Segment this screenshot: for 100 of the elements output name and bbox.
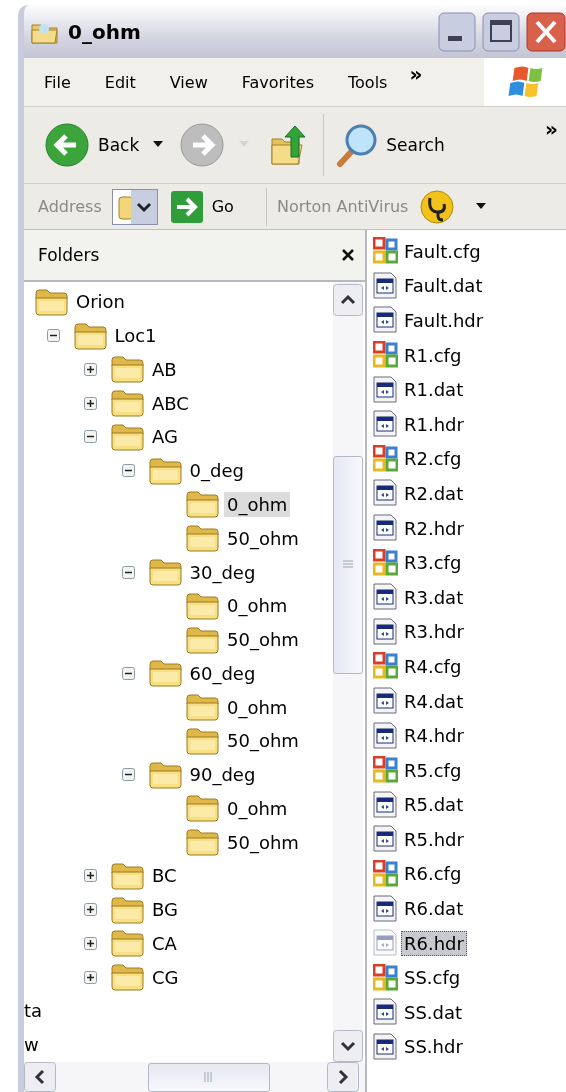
tree-item[interactable]: 60_deg — [186, 660, 259, 686]
close-button[interactable] — [526, 11, 566, 52]
config-file-icon — [373, 548, 398, 577]
tree-item[interactable]: 0_ohm — [224, 795, 291, 821]
search-button[interactable]: Search — [334, 122, 445, 168]
file-name[interactable]: R5.dat — [401, 792, 467, 818]
plus-box-icon[interactable] — [84, 903, 97, 917]
folder-icon — [111, 963, 144, 992]
scroll-left-button[interactable] — [24, 1062, 56, 1092]
file-name[interactable]: R6.dat — [401, 896, 467, 922]
more-tools-button[interactable]: » — [545, 117, 558, 141]
minus-box-icon[interactable] — [46, 329, 60, 343]
file-name[interactable]: R2.dat — [401, 480, 467, 506]
file-name[interactable]: R4.cfg — [401, 653, 465, 679]
file-name[interactable]: SS.dat — [401, 999, 466, 1025]
scroll-right-button[interactable] — [327, 1062, 359, 1092]
plus-box-icon[interactable] — [84, 362, 97, 376]
tree-item[interactable]: ABC — [149, 390, 192, 416]
file-name[interactable]: R3.cfg — [401, 550, 465, 576]
file-name[interactable]: R6.hdr — [401, 930, 467, 956]
folder-icon — [186, 794, 219, 823]
file-name[interactable]: R5.cfg — [401, 757, 465, 783]
file-name[interactable]: R3.hdr — [401, 619, 467, 645]
minus-box-icon[interactable] — [121, 768, 135, 782]
tree-item[interactable]: 0_ohm — [224, 491, 291, 517]
folder-icon — [111, 422, 144, 451]
tree-item[interactable]: AB — [149, 356, 180, 382]
config-file-icon — [373, 444, 398, 473]
grip-icon — [343, 560, 353, 570]
more-menus-button[interactable]: » — [409, 62, 423, 86]
minus-box-icon[interactable] — [84, 430, 97, 444]
tree-item[interactable]: BC — [149, 863, 180, 889]
tree-item[interactable]: CG — [149, 964, 182, 990]
file-name[interactable]: SS.hdr — [401, 1034, 466, 1060]
document-icon — [373, 514, 398, 543]
tree-item[interactable]: 50_ohm — [224, 525, 302, 551]
plus-box-icon[interactable] — [84, 936, 97, 950]
window-title: 0_ohm — [68, 19, 141, 44]
document-icon — [373, 617, 398, 646]
document-icon — [373, 998, 398, 1027]
tree-item[interactable]: BG — [149, 897, 181, 923]
minus-box-icon[interactable] — [121, 666, 135, 680]
tree-item[interactable]: AG — [149, 424, 181, 450]
tree-item[interactable]: 0_deg — [186, 458, 247, 484]
file-name[interactable]: Fault.hdr — [401, 308, 487, 333]
tree-item[interactable]: 0_ohm — [224, 694, 291, 720]
maximize-button[interactable] — [482, 11, 520, 52]
file-name[interactable]: R6.cfg — [401, 861, 465, 887]
file-name[interactable]: R5.hdr — [401, 826, 467, 852]
menu-item[interactable]: Edit — [84, 72, 150, 92]
grip-icon — [204, 1072, 214, 1082]
tree-item[interactable]: Orion — [73, 289, 128, 315]
file-name[interactable]: R1.dat — [401, 377, 467, 403]
file-name[interactable]: R1.hdr — [401, 411, 467, 437]
folder-icon — [186, 726, 219, 755]
scroll-down-button[interactable] — [333, 1030, 363, 1062]
address-field[interactable] — [111, 188, 158, 225]
tree-item[interactable]: CA — [149, 930, 180, 956]
file-name[interactable]: R4.dat — [401, 688, 467, 714]
config-file-icon — [373, 860, 398, 888]
folder-icon — [148, 659, 182, 688]
tree-item[interactable]: 50_ohm — [224, 829, 302, 855]
stethoscope-icon[interactable] — [420, 189, 455, 224]
file-name[interactable]: Fault.cfg — [401, 238, 484, 264]
tree-item[interactable]: 50_ohm — [224, 728, 302, 754]
minimize-button[interactable] — [438, 11, 476, 52]
tree-item[interactable]: 30_deg — [186, 559, 259, 585]
caret-icon[interactable] — [476, 202, 489, 211]
folder-icon — [148, 456, 182, 485]
tree-item[interactable]: 50_ohm — [224, 627, 302, 653]
menu-item[interactable]: View — [149, 72, 222, 92]
close-icon[interactable] — [341, 248, 355, 262]
file-name[interactable]: SS.cfg — [401, 965, 464, 991]
scrollbar-thumb[interactable] — [333, 456, 363, 674]
scroll-up-button[interactable] — [333, 284, 363, 316]
menu-item[interactable]: Tools — [328, 72, 402, 92]
caret-icon[interactable] — [153, 141, 166, 149]
document-icon — [373, 583, 398, 612]
scrollbar-thumb[interactable] — [148, 1062, 270, 1092]
file-name[interactable]: R2.hdr — [401, 515, 467, 541]
plus-box-icon[interactable] — [84, 970, 97, 984]
menu-item[interactable]: File — [24, 72, 85, 92]
file-name[interactable]: R2.cfg — [401, 446, 465, 472]
back-button[interactable]: Back — [44, 122, 140, 168]
plus-box-icon[interactable] — [84, 869, 97, 883]
file-name[interactable]: R1.cfg — [401, 342, 465, 368]
tree-item[interactable]: 90_deg — [186, 762, 259, 788]
folder-icon — [186, 625, 219, 654]
file-name[interactable]: R3.dat — [401, 584, 467, 610]
document-icon — [373, 687, 398, 715]
menu-item[interactable]: Favorites — [221, 72, 328, 92]
minus-box-icon[interactable] — [121, 464, 135, 478]
tree-item[interactable]: 0_ohm — [224, 593, 291, 619]
file-name[interactable]: Fault.dat — [401, 273, 486, 299]
file-name[interactable]: R4.hdr — [401, 723, 467, 749]
plus-box-icon[interactable] — [84, 396, 97, 410]
tree-item[interactable]: Loc1 — [111, 323, 160, 349]
go-button[interactable]: Go — [169, 189, 234, 224]
minus-box-icon[interactable] — [121, 565, 135, 579]
text-fragment: w — [24, 1033, 40, 1058]
